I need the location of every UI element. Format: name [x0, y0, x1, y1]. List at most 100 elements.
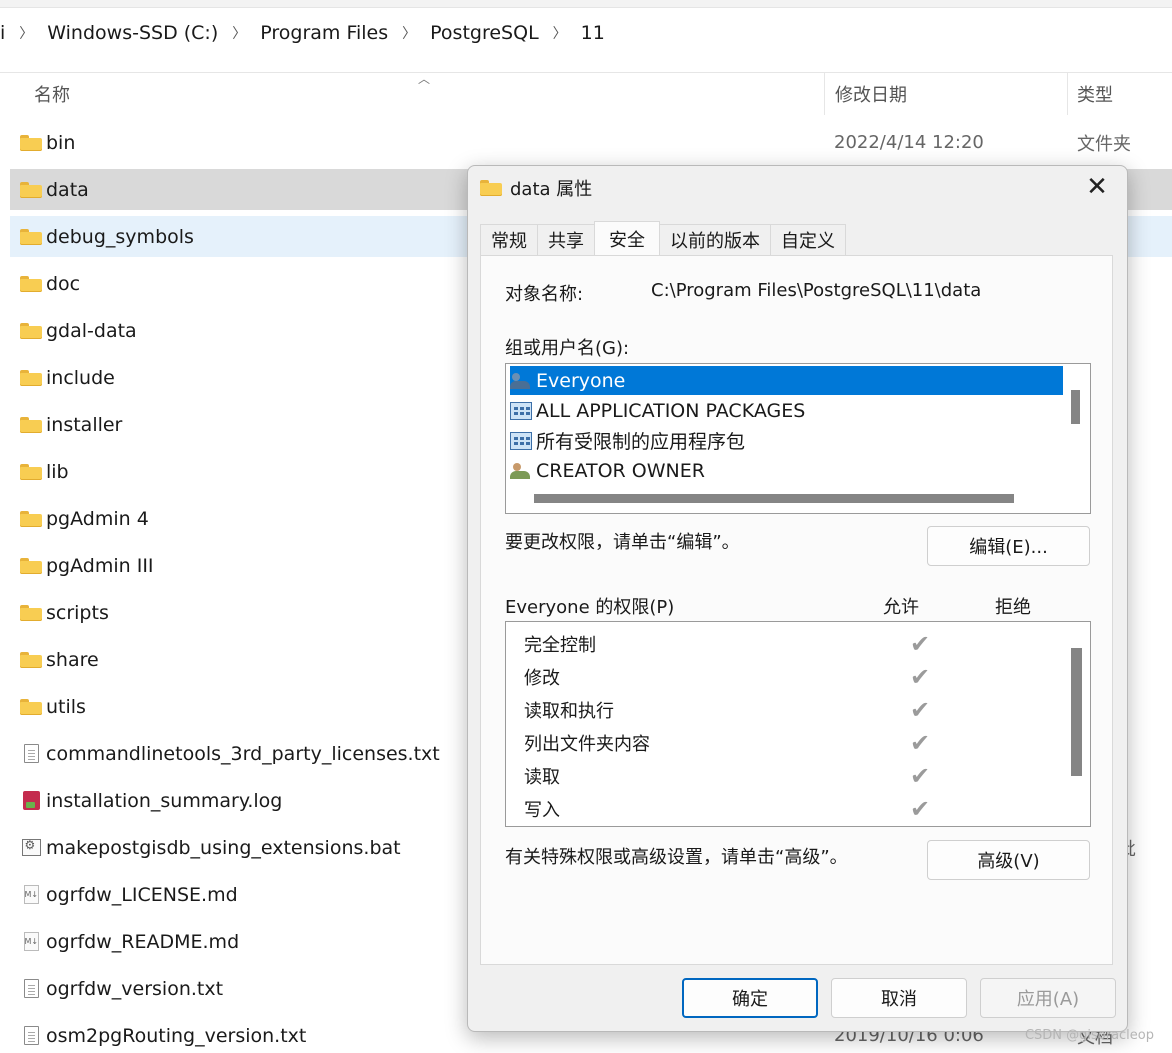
folder-icon: [16, 698, 46, 715]
permission-name: 列出文件夹内容: [524, 733, 650, 755]
folder-icon: [16, 181, 46, 198]
dialog-title-bar: data 属性: [480, 176, 592, 200]
file-name: commandlinetools_3rd_party_licenses.txt: [46, 742, 440, 765]
change-permission-hint: 要更改权限，请单击“编辑”。: [505, 532, 740, 553]
column-header-type[interactable]: 类型: [1077, 73, 1113, 115]
breadcrumb: i 〉 Windows-SSD (C:) 〉 Program Files 〉 P…: [0, 8, 611, 58]
group-name: CREATOR OWNER: [536, 459, 705, 482]
permissions-listbox[interactable]: 完全控制 ✔ 修改 ✔ 读取和执行 ✔ 列出文件夹内容 ✔ 读取 ✔ 写入 ✔: [505, 621, 1091, 827]
tab-sharing[interactable]: 共享: [537, 224, 595, 255]
folder-icon: [16, 557, 46, 574]
file-name: bin: [46, 131, 76, 154]
chevron-right-icon: 〉: [402, 26, 417, 42]
tab-previous-versions[interactable]: 以前的版本: [659, 224, 771, 255]
group-item-restricted-app-packages[interactable]: 所有受限制的应用程序包: [510, 426, 745, 455]
file-name: installer: [46, 413, 123, 436]
breadcrumb-partial[interactable]: i: [0, 22, 11, 44]
file-name: ogrfdw_README.md: [46, 930, 240, 953]
permission-row: 修改 ✔: [524, 660, 1064, 693]
advanced-hint: 有关特殊权限或高级设置，请单击“高级”。: [505, 847, 848, 868]
file-row[interactable]: bin 2022/4/14 12:20 文件夹: [10, 122, 1172, 163]
group-name: 所有受限制的应用程序包: [536, 431, 746, 453]
permission-row: 写入 ✔: [524, 792, 1064, 825]
folder-icon: [480, 180, 502, 196]
advanced-button[interactable]: 高级(V): [927, 840, 1090, 880]
breadcrumb-11[interactable]: 11: [575, 22, 611, 44]
cancel-button[interactable]: 取消: [831, 978, 967, 1018]
log-file-icon: [16, 791, 46, 810]
allow-check-icon: ✔: [910, 662, 931, 691]
file-type: 文件夹: [1077, 133, 1131, 155]
permissions-label: Everyone 的权限(P): [505, 597, 675, 618]
file-name: doc: [46, 272, 81, 295]
permission-row: 完全控制 ✔: [524, 627, 1064, 660]
file-name: ogrfdw_LICENSE.md: [46, 883, 238, 906]
toolbar-edge: [0, 0, 1172, 8]
security-panel: 对象名称: C:\Program Files\PostgreSQL\11\dat…: [480, 255, 1113, 965]
allow-check-icon: ✔: [910, 629, 931, 658]
folder-icon: [16, 134, 46, 151]
column-header-date[interactable]: 修改日期: [835, 73, 907, 115]
folder-icon: [16, 369, 46, 386]
watermark: CSDN @gisoracleop: [1024, 1028, 1154, 1043]
file-name: scripts: [46, 601, 109, 624]
group-item-everyone[interactable]: Everyone: [510, 366, 1063, 395]
allow-check-icon: ✔: [910, 794, 931, 823]
file-name: pgAdmin 4: [46, 507, 149, 530]
text-file-icon: [16, 979, 46, 998]
groups-listbox[interactable]: Everyone ALL APPLICATION PACKAGES 所有受限制的…: [505, 363, 1091, 514]
dialog-title: data 属性: [510, 179, 593, 200]
file-name: pgAdmin III: [46, 554, 154, 577]
permission-name: 读取: [524, 766, 560, 788]
creator-owner-icon: [510, 462, 532, 480]
file-name: include: [46, 366, 115, 389]
permission-name: 读取和执行: [524, 700, 614, 722]
groups-vertical-scrollbar[interactable]: [1071, 390, 1080, 424]
close-icon[interactable]: ✕: [1083, 174, 1111, 202]
object-name-value: C:\Program Files\PostgreSQL\11\data: [651, 280, 982, 301]
column-separator[interactable]: [1067, 73, 1068, 115]
tab-security[interactable]: 安全: [594, 221, 660, 255]
column-separator[interactable]: [824, 73, 825, 115]
text-file-icon: [16, 744, 46, 763]
properties-dialog: data 属性 ✕ 常规 共享 安全 以前的版本 自定义 对象名称: C:\Pr…: [467, 165, 1128, 1032]
app-packages-icon: [510, 431, 532, 450]
allow-check-icon: ✔: [910, 761, 931, 790]
folder-icon: [16, 322, 46, 339]
breadcrumb-drive[interactable]: Windows-SSD (C:): [41, 22, 224, 44]
group-item-creator-owner[interactable]: CREATOR OWNER: [510, 456, 705, 485]
allow-check-icon: ✔: [910, 695, 931, 724]
markdown-file-icon: M↓: [16, 885, 46, 904]
permission-row: 列出文件夹内容 ✔: [524, 726, 1064, 759]
group-item-all-app-packages[interactable]: ALL APPLICATION PACKAGES: [510, 396, 805, 425]
column-header-name[interactable]: 名称: [34, 73, 70, 115]
deny-column-label: 拒绝: [995, 597, 1031, 618]
ok-button[interactable]: 确定: [682, 978, 818, 1018]
file-name: share: [46, 648, 99, 671]
file-name: gdal-data: [46, 319, 137, 342]
file-name: ogrfdw_version.txt: [46, 977, 224, 1000]
groups-horizontal-scrollbar[interactable]: [534, 494, 1014, 503]
permission-name: 修改: [524, 667, 560, 689]
allow-check-icon: ✔: [910, 728, 931, 757]
file-name: osm2pgRouting_version.txt: [46, 1024, 307, 1047]
app-packages-icon: [510, 401, 532, 420]
groups-label: 组或用户名(G):: [505, 338, 630, 359]
file-name: installation_summary.log: [46, 789, 283, 812]
tab-general[interactable]: 常规: [480, 224, 538, 255]
breadcrumb-postgresql[interactable]: PostgreSQL: [424, 22, 545, 44]
group-name: Everyone: [536, 369, 626, 392]
markdown-file-icon: M↓: [16, 932, 46, 951]
permissions-vertical-scrollbar[interactable]: [1071, 648, 1082, 776]
allow-column-label: 允许: [883, 597, 919, 618]
folder-icon: [16, 416, 46, 433]
edit-button[interactable]: 编辑(E)...: [927, 526, 1090, 566]
tab-customize[interactable]: 自定义: [770, 224, 846, 255]
folder-icon: [16, 651, 46, 668]
file-name: debug_symbols: [46, 225, 194, 248]
apply-button[interactable]: 应用(A): [980, 978, 1116, 1018]
group-name: ALL APPLICATION PACKAGES: [536, 399, 806, 422]
breadcrumb-program-files[interactable]: Program Files: [254, 22, 394, 44]
sort-ascending-icon: ︿: [418, 72, 431, 86]
folder-icon: [16, 510, 46, 527]
